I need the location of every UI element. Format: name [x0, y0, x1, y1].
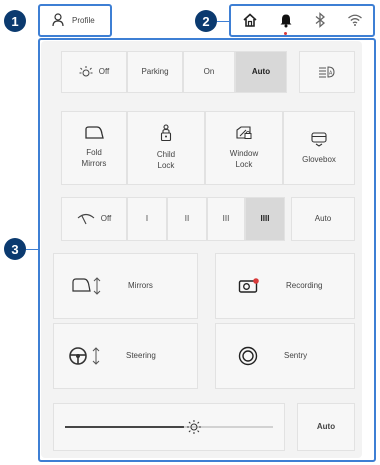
wipers-level-3-label: III [222, 213, 230, 223]
wipers-level-4-button[interactable]: IIII [245, 197, 285, 241]
profile-label: Profile [72, 15, 95, 25]
lights-on-label: On [203, 66, 215, 76]
callout-1: 1 [4, 10, 26, 32]
status-icons [231, 5, 373, 35]
lights-off-button[interactable]: Off [61, 51, 127, 93]
brightness-slider-container [53, 403, 285, 451]
callout-3-leader [26, 249, 38, 250]
child-lock-icon [159, 124, 173, 142]
wipers-level-3-button[interactable]: III [207, 197, 245, 241]
lights-parking-label: Parking [141, 66, 169, 76]
auto-high-beam-button[interactable]: A [299, 51, 355, 93]
window-lock-button[interactable]: Window Lock [205, 111, 283, 185]
wipers-auto-label: Auto [314, 213, 332, 223]
steering-wheel-icon [68, 346, 104, 366]
sentry-label: Sentry [284, 350, 308, 360]
glovebox-label: Glovebox [302, 154, 336, 164]
wipers-level-1-button[interactable]: I [127, 197, 167, 241]
window-lock-icon [235, 125, 253, 141]
brightness-auto-button[interactable]: Auto [297, 403, 355, 451]
light-icon [79, 65, 93, 79]
wipers-off-button[interactable]: Off [61, 197, 127, 241]
callout-2-leader [217, 21, 229, 22]
wipers-level-4-label: IIII [260, 213, 270, 223]
lights-on-button[interactable]: On [183, 51, 235, 93]
mirror-icon [83, 126, 105, 140]
brightness-slider[interactable] [63, 417, 275, 437]
mirrors-button[interactable]: Mirrors [53, 253, 198, 319]
lights-off-label: Off [98, 66, 110, 76]
recording-button[interactable]: Recording [215, 253, 355, 319]
profile-button[interactable]: Profile [42, 6, 110, 34]
child-lock-button[interactable]: Child Lock [127, 111, 205, 185]
camera-record-icon [238, 278, 260, 294]
wipers-off-label: Off [100, 213, 112, 223]
callout-3: 3 [4, 238, 26, 260]
wipers-auto-button[interactable]: Auto [291, 197, 355, 241]
bell-icon[interactable] [279, 12, 293, 35]
callout-2: 2 [195, 10, 217, 32]
glovebox-button[interactable]: Glovebox [283, 111, 355, 185]
child-lock-label: Child Lock [156, 150, 176, 170]
fold-mirrors-label: Fold Mirrors [81, 148, 107, 168]
wipers-level-2-button[interactable]: II [167, 197, 207, 241]
auto-high-beam-icon: A [317, 65, 337, 79]
brightness-auto-label: Auto [316, 421, 336, 431]
glovebox-icon [310, 131, 328, 147]
steering-button[interactable]: Steering [53, 323, 198, 389]
lights-auto-button[interactable]: Auto [235, 51, 287, 93]
mirror-adjust-icon [70, 276, 104, 296]
wipers-level-2-label: II [184, 213, 190, 223]
sentry-icon [238, 346, 258, 366]
controls-panel: Off Parking On Auto A Fold Mirrors Child… [41, 41, 362, 458]
recording-label: Recording [286, 280, 323, 290]
person-icon [52, 13, 64, 27]
mirrors-label: Mirrors [128, 280, 153, 290]
wipers-level-1-label: I [145, 213, 149, 223]
fold-mirrors-button[interactable]: Fold Mirrors [61, 111, 127, 185]
steering-label: Steering [126, 350, 156, 360]
sentry-button[interactable]: Sentry [215, 323, 355, 389]
bluetooth-icon[interactable] [314, 12, 326, 28]
notification-dot [283, 32, 287, 35]
wifi-icon[interactable] [347, 13, 363, 27]
lights-parking-button[interactable]: Parking [127, 51, 183, 93]
wiper-icon [77, 213, 95, 225]
home-icon[interactable] [242, 12, 258, 28]
lights-auto-label: Auto [251, 66, 271, 76]
window-lock-label: Window Lock [229, 149, 259, 169]
